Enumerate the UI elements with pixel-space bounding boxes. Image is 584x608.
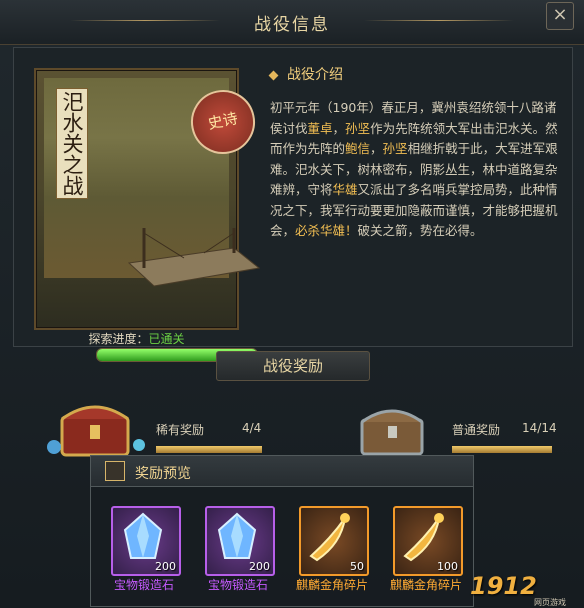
rare-reward-bar: [156, 446, 262, 453]
bridge-icon: [127, 228, 261, 287]
reward-item-slot[interactable]: 200: [111, 506, 181, 576]
rare-reward-bar-fill: [156, 446, 262, 453]
reward-item-name: 麒麟金角碎片: [389, 578, 462, 592]
intro-heading: 战役介绍: [268, 64, 343, 84]
rewards-title: 战役奖励: [216, 351, 370, 381]
normal-reward-label: 普通奖励: [452, 423, 501, 437]
intro-text-segment: ，: [370, 141, 383, 156]
crystal-icon: [217, 512, 257, 559]
window-title: 战役信息: [254, 15, 330, 35]
site-logo-subtitle: 网页游戏: [534, 598, 566, 607]
close-button[interactable]: ×: [546, 2, 574, 30]
highlight-name: 华雄: [332, 182, 358, 197]
highlight-name: 孙坚: [345, 120, 371, 136]
intro-heading-text: 战役介绍: [287, 67, 343, 83]
rare-reward-count: 4/4: [242, 421, 262, 435]
title-ornament-right: [364, 20, 514, 21]
intro-text-segment: ，: [332, 120, 346, 136]
reward-item-slot[interactable]: 100: [393, 506, 463, 576]
normal-reward-count: 14/14: [522, 421, 557, 435]
progress-status: 已通关: [148, 332, 185, 346]
site-logo: 1912: [470, 572, 537, 600]
highlight-name: 必杀华雄！: [295, 223, 358, 238]
title-bar: 战役信息 ×: [0, 0, 584, 45]
battle-card: 汜水关之战 史诗 探索进度：已通关: [34, 68, 261, 362]
normal-reward-bar: [452, 446, 552, 453]
popup-title: 奖励预览: [135, 466, 191, 482]
highlight-name: 孙坚: [382, 141, 408, 156]
progress-label-text: 探索进度：: [88, 332, 149, 346]
reward-preview-popup: 奖励预览 200 宝物锻造石 200 宝物锻造石 50 麒麟金角碎片 100 麒麟金角碎片: [90, 455, 474, 607]
rare-reward-label: 稀有奖励: [156, 423, 205, 437]
horn-icon: [309, 513, 350, 562]
popup-header: 奖励预览: [91, 456, 473, 487]
reward-item-slot[interactable]: 50: [299, 506, 369, 576]
item-quantity: 100: [437, 560, 458, 573]
reward-item-slot[interactable]: 200: [205, 506, 275, 576]
highlight-name: 鲍信: [345, 141, 371, 156]
item-quantity: 50: [350, 560, 364, 573]
reward-item-name: 麒麟金角碎片: [295, 578, 368, 592]
battle-info-panel: 战役信息 × 汜水关之战 史诗 探索进度：已通关 战役介绍 初平元年（190年）…: [0, 0, 584, 608]
item-quantity: 200: [249, 560, 270, 573]
reward-item-name: 宝物锻造石: [113, 578, 174, 592]
gift-icon: [105, 461, 125, 481]
intro-description: 初平元年（190年）春正月，冀州袁绍统领十八路诸侯讨伐董卓，孙坚作为先阵统领大军…: [270, 98, 562, 242]
exploration-progress-label: 探索进度：已通关: [36, 330, 237, 347]
reward-item-name: 宝物锻造石: [207, 578, 268, 592]
horn-icon: [403, 513, 444, 562]
normal-chest-icon[interactable]: [352, 398, 434, 460]
crystal-icon: [123, 512, 163, 559]
diamond-icon: [268, 70, 279, 80]
battle-name: 汜水关之战: [56, 88, 88, 199]
item-quantity: 200: [155, 560, 176, 573]
highlight-name: 董卓: [307, 120, 333, 136]
normal-reward-bar-fill: [452, 446, 552, 453]
intro-text-segment: 破关之箭，势在必得。: [357, 223, 483, 238]
